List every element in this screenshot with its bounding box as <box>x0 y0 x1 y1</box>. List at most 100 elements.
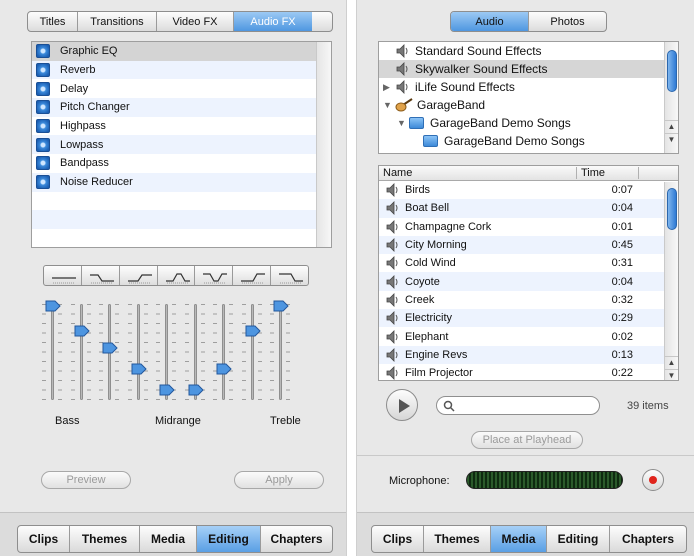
eq-preset-bass-boost-button[interactable] <box>120 266 158 285</box>
slider-thumb[interactable] <box>131 363 147 375</box>
table-row[interactable]: Birds 0:07 <box>379 181 678 199</box>
disclosure-down-icon[interactable]: ▼ <box>383 100 393 110</box>
table-scroll-thumb[interactable] <box>667 188 677 230</box>
eq-band-slider[interactable] <box>268 300 292 400</box>
table-row[interactable]: Cold Wind 0:31 <box>379 254 678 272</box>
list-item[interactable]: Noise Reducer <box>32 172 331 192</box>
tab-transitions[interactable]: Transitions <box>78 12 157 31</box>
tab-editing[interactable]: Editing <box>197 526 261 552</box>
table-row[interactable]: Boat Bell 0:04 <box>379 199 678 218</box>
list-item[interactable]: Highpass <box>32 116 331 136</box>
tab-chapters[interactable]: Chapters <box>261 526 332 552</box>
tab-media[interactable]: Media <box>140 526 197 552</box>
effect-label: Graphic EQ <box>60 45 118 58</box>
eq-band-slider[interactable] <box>69 300 93 400</box>
eq-preset-mid-cut-button[interactable] <box>195 266 234 285</box>
library-scroll-up-arrow[interactable]: ▲ <box>665 120 678 132</box>
eq-preset-low-cut-button[interactable] <box>82 266 120 285</box>
list-item[interactable]: Bandpass <box>32 154 331 173</box>
slider-thumb[interactable] <box>273 300 289 312</box>
eq-band-slider[interactable] <box>126 300 150 400</box>
eq-preset-mid-boost-button[interactable] <box>158 266 196 285</box>
speaker-icon <box>386 311 398 326</box>
apply-button[interactable]: Apply <box>234 471 324 489</box>
slider-thumb[interactable] <box>159 384 175 396</box>
list-item[interactable]: Graphic EQ <box>32 42 331 61</box>
tab-video-fx[interactable]: Video FX <box>157 12 234 31</box>
disclosure-down-icon[interactable]: ▼ <box>397 118 407 128</box>
tree-item[interactable]: Skywalker Sound Effects <box>379 60 678 78</box>
tree-item-label: Standard Sound Effects <box>415 44 542 58</box>
empty-row <box>32 228 331 247</box>
speaker-icon <box>386 347 398 362</box>
table-scroll-up-arrow[interactable]: ▲ <box>665 356 678 368</box>
tab-clips[interactable]: Clips <box>18 526 70 552</box>
slider-thumb[interactable] <box>245 325 261 337</box>
slider-thumb[interactable] <box>188 384 204 396</box>
eq-band-slider[interactable] <box>154 300 178 400</box>
table-row[interactable]: Electricity 0:29 <box>379 309 678 328</box>
fx-list-scrollbar[interactable] <box>316 42 331 247</box>
list-item[interactable]: Reverb <box>32 60 331 80</box>
list-item[interactable]: Lowpass <box>32 135 331 155</box>
sound-time: 0:22 <box>611 367 633 380</box>
place-at-playhead-button[interactable]: Place at Playhead <box>471 431 583 449</box>
table-row[interactable]: Champagne Cork 0:01 <box>379 218 678 236</box>
table-scroll-down-arrow[interactable]: ▼ <box>665 369 678 380</box>
tab-editing[interactable]: Editing <box>547 526 610 552</box>
eq-band-slider[interactable] <box>40 300 64 400</box>
tab-audio[interactable]: Audio <box>451 12 529 31</box>
tab-themes[interactable]: Themes <box>70 526 140 552</box>
search-field[interactable] <box>436 396 600 415</box>
tab-titles[interactable]: Titles <box>28 12 78 31</box>
eq-band-slider[interactable] <box>240 300 264 400</box>
list-item[interactable]: Delay <box>32 79 331 99</box>
tab-photos[interactable]: Photos <box>529 12 606 31</box>
table-row[interactable]: Engine Revs 0:13 <box>379 345 678 364</box>
table-row[interactable]: City Morning 0:45 <box>379 235 678 255</box>
media-tabs: Audio Photos <box>450 11 607 32</box>
tab-media[interactable]: Media <box>491 526 547 552</box>
tree-item[interactable]: ▼ GarageBand Demo Songs <box>379 114 678 132</box>
preview-button[interactable]: Preview <box>41 471 131 489</box>
sound-time: 0:13 <box>611 348 633 361</box>
play-button[interactable] <box>386 389 418 421</box>
table-row[interactable]: Creek 0:32 <box>379 291 678 309</box>
effect-icon <box>36 119 50 134</box>
eq-preset-flat-button[interactable] <box>44 266 82 285</box>
tab-clips[interactable]: Clips <box>372 526 424 552</box>
tab-chapters[interactable]: Chapters <box>610 526 686 552</box>
slider-thumb[interactable] <box>102 342 118 354</box>
eq-band-slider[interactable] <box>97 300 121 400</box>
search-icon <box>443 400 455 412</box>
name-column-header[interactable]: Name <box>379 167 577 179</box>
eq-band-slider[interactable] <box>211 300 235 400</box>
tab-themes[interactable]: Themes <box>424 526 491 552</box>
library-scrollbar[interactable]: ▲ ▼ <box>664 42 678 153</box>
sound-name: Boat Bell <box>405 202 450 215</box>
eq-preset-treble-boost-button[interactable] <box>233 266 272 285</box>
table-header: Name Time <box>379 166 678 181</box>
record-button[interactable] <box>642 469 664 491</box>
library-scroll-down-arrow[interactable]: ▼ <box>665 133 678 145</box>
eq-preset-treble-cut-button[interactable] <box>271 266 308 285</box>
table-row[interactable]: Coyote 0:04 <box>379 272 678 291</box>
disclosure-right-icon[interactable]: ▶ <box>383 82 393 92</box>
tree-item[interactable]: Standard Sound Effects <box>379 42 678 60</box>
left-bottom-bar: Clips Themes Media Editing Chapters <box>0 512 346 556</box>
slider-thumb[interactable] <box>74 325 90 337</box>
library-scroll-thumb[interactable] <box>667 50 677 92</box>
slider-thumb[interactable] <box>216 363 232 375</box>
table-scrollbar[interactable]: ▲ ▼ <box>664 182 678 380</box>
tree-item[interactable]: ▶ iLife Sound Effects <box>379 78 678 96</box>
list-item[interactable]: Pitch Changer <box>32 98 331 117</box>
eq-band-slider[interactable] <box>183 300 207 400</box>
sound-name-cell: Creek <box>379 292 577 307</box>
slider-thumb[interactable] <box>45 300 61 312</box>
table-row[interactable]: Elephant 0:02 <box>379 327 678 345</box>
tree-item[interactable]: ▼ GarageBand <box>379 96 678 114</box>
table-row[interactable]: Film Projector 0:22 <box>379 364 678 380</box>
tab-audio-fx[interactable]: Audio FX <box>234 12 312 31</box>
time-column-header[interactable]: Time <box>577 167 639 179</box>
tree-item[interactable]: GarageBand Demo Songs <box>379 132 678 150</box>
